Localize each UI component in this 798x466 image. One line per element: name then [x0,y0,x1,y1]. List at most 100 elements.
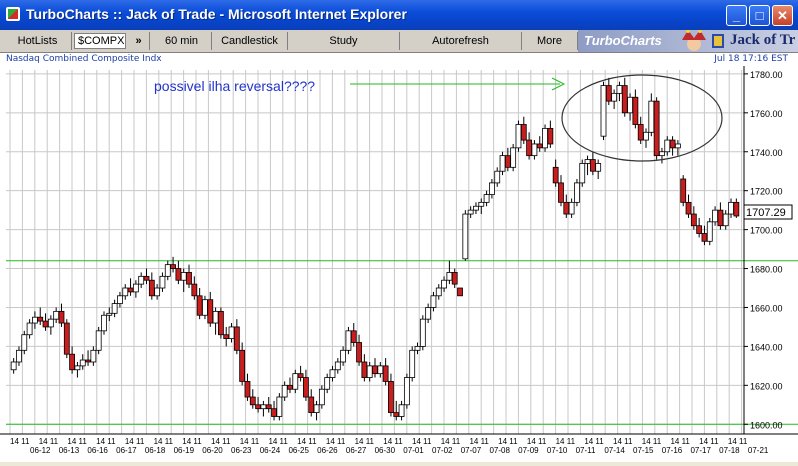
symbol-input[interactable]: $COMPX [74,33,126,49]
y-tick-label: 1640.00 [750,342,783,352]
candle-body [101,314,107,332]
y-tick-label: 1660.00 [750,303,783,313]
x-date-label: 06-19 [174,446,195,455]
candle-body [255,404,261,410]
candle [515,120,522,152]
y-tick-label: 1780.00 [750,70,783,80]
candle-body [16,349,22,363]
candle-body [223,334,230,340]
candle-body [435,287,442,297]
candle-body [552,166,559,184]
candle-body [589,159,596,172]
candle-body [515,124,522,149]
candle-body [244,381,251,398]
candle [63,319,70,359]
candle [600,81,607,141]
close-button[interactable]: ✕ [772,5,793,26]
minimize-button[interactable]: _ [726,5,747,26]
candle [462,210,469,261]
candle-body [63,322,70,355]
interval-button[interactable]: 60 min [152,32,212,50]
candle-body [717,209,724,227]
candle-body [191,283,198,297]
x-date-label: 06-16 [87,446,108,455]
candle-body [728,201,734,215]
candle-body [233,326,240,351]
y-tick-label: 1620.00 [750,381,783,391]
candle-body [228,326,235,340]
autorefresh-button[interactable]: Autorefresh [400,32,522,50]
candle-body [600,85,607,137]
x-date-label: 07-21 [748,446,769,455]
candle-body [499,155,506,172]
candle-body [478,201,485,207]
candle-body [143,275,150,281]
candle-body [706,221,713,242]
chart-area[interactable]: possivel ilha reversal???? 1600.00 1620.0… [0,66,798,462]
candle-body [669,139,676,149]
candle-body [202,299,208,316]
candle-body [122,287,129,297]
candle-body [409,349,416,378]
y-tick-label: 1720.00 [750,187,783,197]
candlestick-chart[interactable]: possivel ilha reversal???? 1600.00 1620.0… [0,66,798,462]
x-date-label: 06-25 [288,446,309,455]
candle-body [414,346,421,351]
candle-body [574,182,580,203]
x-date-label: 07-10 [547,446,568,455]
x-hour-label: 14 11 [182,437,202,446]
x-hour-label: 14 11 [584,437,604,446]
candle-body [621,85,628,114]
x-date-label: 06-12 [30,446,51,455]
x-date-label: 06-13 [59,446,80,455]
candle-body [159,275,166,289]
candle-body [674,143,681,149]
x-hour-label: 14 11 [211,437,231,446]
candle [706,217,713,246]
candle-body [441,279,447,289]
candle-body [32,316,38,324]
x-date-label: 07-09 [518,446,539,455]
candle-body [366,365,373,378]
chart-style-button[interactable]: Candlestick [212,32,288,50]
maximize-button[interactable]: □ [749,5,770,26]
candle-body [510,147,517,168]
candle-body [648,100,655,133]
window-title-bar[interactable]: TurboCharts :: Jack of Trade - Microsoft… [0,0,798,30]
x-hour-label: 14 11 [268,437,288,446]
candle-body [345,330,352,351]
candle [409,346,416,382]
candle-body [186,272,192,285]
brand-name: TurboCharts [584,33,662,48]
candle-body [10,361,17,371]
candle-body [334,361,341,371]
candle-body [611,92,618,102]
index-name-label: Nasdaq Combined Composite Indx [6,54,162,64]
candle-body [361,361,368,378]
more-button[interactable]: More [522,32,578,50]
x-hour-label: 14 11 [355,437,375,446]
candle-body [425,307,432,320]
candle [276,393,283,421]
x-date-label: 07-01 [403,446,424,455]
candle-body [180,272,187,281]
candle-body [377,365,384,375]
candle-body [451,272,458,285]
candle-body [388,381,394,413]
candle-body [58,310,65,324]
x-hour-label: 14 11 [469,437,489,446]
x-hour-label: 14 11 [498,437,518,446]
symbol-go-arrows-button[interactable]: » [128,32,150,50]
candle-body [462,213,469,260]
candle-body [531,143,538,157]
x-date-label: 07-02 [432,446,453,455]
candle-body [207,299,214,324]
x-hour-label: 14 11 [67,437,87,446]
x-hour-label: 14 11 [125,437,145,446]
candle-body [403,377,410,406]
candle-body [292,373,299,390]
hotlists-button[interactable]: HotLists [4,32,72,50]
candle-body [430,295,437,308]
candle-body [446,272,453,281]
study-button[interactable]: Study [288,32,400,50]
